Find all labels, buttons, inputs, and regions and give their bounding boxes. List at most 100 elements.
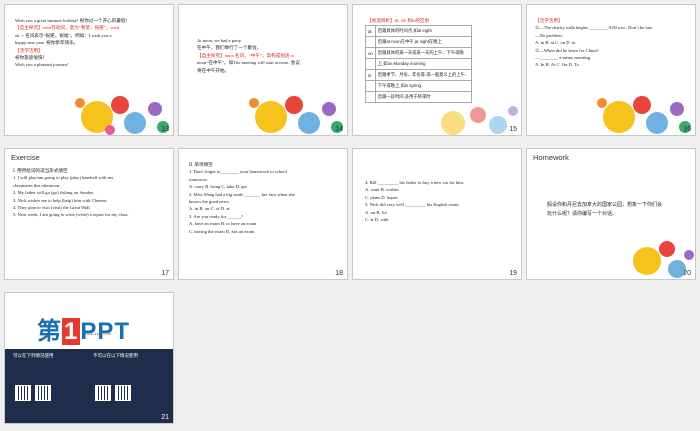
line: 3. Are you ready for ______?	[189, 213, 244, 219]
slide-heading: Exercise	[11, 153, 40, 162]
slide-number: 15	[509, 126, 517, 133]
cell	[365, 58, 376, 70]
line: 1. I will play/am going to play (play) b…	[13, 175, 114, 181]
line: A. want B. wishes	[365, 187, 399, 193]
slide-number: 21	[161, 414, 169, 421]
line: classmates this afternoon.	[13, 182, 61, 188]
line: C. plans D. hopes	[365, 194, 398, 200]
decorative-dots	[75, 96, 169, 135]
slide-number: 14	[335, 126, 343, 133]
slide-text: 4. Bill _________ his father to buy a ne…	[365, 179, 513, 223]
line: A. carry B. bring C. take D. get	[189, 184, 247, 190]
slide-thumbnail-16[interactable]: 【活学活用】 ①—The charity walk begins _______…	[526, 4, 696, 136]
line: At noon, we had a party.	[197, 38, 242, 43]
line: 在中午，我们举行了一个聚会。	[197, 45, 262, 51]
slide-text: Ⅱ. 单项填空 1. Don't forget to________ your …	[189, 161, 339, 235]
line: —No problem.	[535, 32, 563, 38]
cell: 后跟季节、月份、年份等,或一般意义上的上午、	[374, 69, 473, 81]
line: 将在中午开始。	[197, 67, 230, 73]
line: C. at D. with	[365, 217, 389, 223]
cell: 上,如on Monday morning	[374, 58, 473, 70]
slide-text: Wish you a great summer holiday! 祝你过一个开心…	[15, 17, 165, 69]
disallowed-uses-title: 不可以在以下情况使用	[93, 353, 138, 358]
slide-thumbnail-21[interactable]: 第1PPT www.1ppt.com 可以在下列情况使用 不可以在以下情况使用 …	[4, 292, 174, 424]
decorative-dots	[597, 96, 691, 134]
line: A. in B. on C. of D. at	[189, 206, 230, 212]
cell: 后跟at noon在中午,at night在晚上	[374, 36, 473, 48]
logo-url: www.1ppt.com	[85, 331, 112, 336]
line: 祝你旅途愉快！	[15, 55, 48, 61]
cell: in	[365, 69, 376, 81]
cell: at	[365, 25, 376, 37]
cell: 下午或晚上,如in spring	[374, 80, 473, 92]
qr-code-icon	[95, 385, 111, 401]
cell: 后跟一段时间,多用于将来时	[374, 91, 473, 103]
line: Ⅱ. 单项填空	[189, 162, 213, 167]
line: noon“在中午”。如The meeting will start at noo…	[197, 60, 300, 66]
line: 3. Nick wishes me to help (help) him wit…	[13, 197, 108, 203]
slide-number: 19	[509, 270, 517, 277]
brand-logo: 第1PPT	[37, 311, 130, 346]
line: A. on B. for	[365, 209, 388, 215]
slide-text: Ⅰ. 用所给词的适当形式填空 1. I will play/am going t…	[13, 167, 165, 219]
decorative-dots	[633, 241, 694, 278]
qr-code-icon	[15, 385, 31, 401]
line: knows the good news.	[189, 199, 230, 205]
line: ②—When did he leave for China?	[535, 47, 599, 53]
slide-text: At noon, we had a party. 在中午，我们举行了一个聚会。 …	[197, 37, 339, 74]
line: 1. Don't forget to________ your homework…	[189, 169, 287, 175]
line: Ⅰ. 用所给词的适当形式填空	[13, 168, 68, 173]
line: —________ a sunny morning.	[535, 55, 592, 61]
line: A. have an exam B. to have an exam	[189, 221, 257, 227]
line: Wish you a great summer holiday! 祝你过一个开心…	[15, 18, 128, 23]
line: 2. Miss Wang had a big smile _______ her…	[189, 191, 295, 197]
slide-thumbnail-18[interactable]: Ⅱ. 单项填空 1. Don't forget to________ your …	[178, 148, 348, 280]
cell: on	[365, 47, 376, 59]
slide-number: 17	[161, 270, 169, 277]
slide-heading: Homework	[533, 153, 569, 162]
slide-title: 【易混辨析】at, on 和in的区别	[367, 18, 430, 23]
slide-number: 20	[683, 270, 691, 277]
line: 【自主探究】wish作动词，意为“希望，祝愿”，wish	[15, 25, 120, 31]
line: A. In B. At C. On D. To	[535, 62, 579, 68]
qr-code-icon	[35, 385, 51, 401]
slide-thumbnail-19[interactable]: 4. Bill _________ his father to buy a ne…	[352, 148, 522, 280]
cell	[365, 91, 376, 103]
info-banner: 可以在下列情况使用 不可以在以下情况使用	[5, 349, 173, 423]
cell	[365, 80, 376, 92]
comparison-table: at 后跟具体的时间点,如at eight 后跟at noon在中午,at nig…	[365, 25, 473, 103]
slide-number: 13	[161, 126, 169, 133]
decorative-dots	[249, 96, 343, 134]
slide-number: 18	[335, 270, 343, 277]
slide-thumbnail-15[interactable]: 【易混辨析】at, on 和in的区别 at 后跟具体的时间点,如at eight…	[352, 4, 522, 136]
slide-thumbnail-17[interactable]: Exercise Ⅰ. 用所给词的适当形式填空 1. I will play/a…	[4, 148, 174, 280]
allowed-uses-title: 可以在下列情况使用	[13, 353, 54, 358]
line: happy new year. 祝你新年快乐。	[15, 40, 79, 46]
line: Wish you a pleasant journey!	[15, 62, 69, 68]
line: 2. My father will go (go) fishing on Sun…	[13, 190, 95, 196]
line: 玩什么呢？请你编写一个对话。	[547, 212, 618, 217]
cell: 后跟具体的某一天或某一天的上午、下午或晚	[374, 47, 473, 59]
slide-text: 假设你和丹尼去加拿大的国家公园，想象一下你们会 玩什么呢？请你编写一个对话。	[547, 201, 687, 219]
line: C. having the exam D. has an exam	[189, 228, 255, 234]
slide-text: 【活学活用】 ①—The charity walk begins _______…	[535, 17, 687, 69]
slide-thumbnail-14[interactable]: At noon, we had a party. 在中午，我们举行了一个聚会。 …	[178, 4, 348, 136]
line: 【活学活用】	[15, 47, 43, 53]
slide-number: 16	[683, 126, 691, 133]
line: A. in B. at C. on D. to	[535, 40, 576, 46]
line: 【自主探究】noon 名词，“中午”，常构成短语 at	[197, 52, 294, 58]
logo-char: 第	[37, 318, 62, 345]
line: 4. Bill _________ his father to buy a ne…	[365, 180, 465, 185]
line: sb. + 名词表示“祝愿，祝福”。例如：I wish you a	[15, 32, 112, 38]
qr-code-icon	[115, 385, 131, 401]
line: ①—The charity walk begins ________ 9:00 …	[535, 25, 654, 31]
logo-number: 1	[62, 318, 81, 345]
line: 4. They plan to visit (visit) the Great …	[13, 205, 91, 211]
line: 【活学活用】	[535, 18, 563, 23]
line: 假设你和丹尼去加拿大的国家公园，想象一下你们会	[547, 203, 663, 208]
cell: 后跟具体的时间点,如at eight	[374, 25, 473, 37]
line: tomorrow.	[189, 176, 208, 182]
slide-thumbnail-20[interactable]: Homework 假设你和丹尼去加拿大的国家公园，想象一下你们会 玩什么呢？请你…	[526, 148, 696, 280]
slide-thumbnail-13[interactable]: Wish you a great summer holiday! 祝你过一个开心…	[4, 4, 174, 136]
cell	[365, 36, 376, 48]
